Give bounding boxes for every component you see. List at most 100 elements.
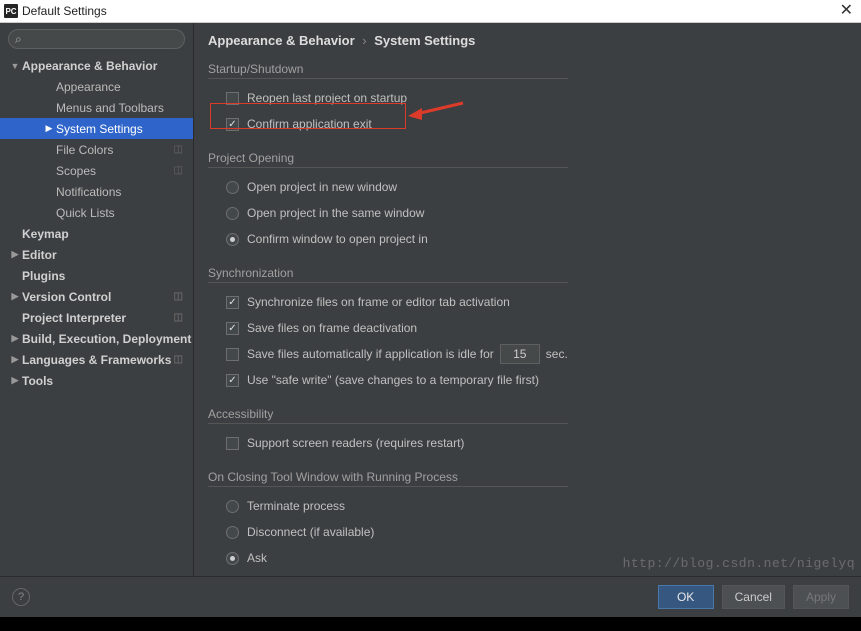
settings-tree: ▼Appearance & Behavior Appearance Menus an…	[0, 55, 193, 576]
sidebar-item-label: Build, Execution, Deployment	[22, 332, 191, 346]
radio-open-same-window[interactable]: Open project in the same window	[208, 200, 568, 226]
sidebar-item-notifications[interactable]: Notifications	[0, 181, 193, 202]
sidebar-item-scopes[interactable]: Scopes◫	[0, 160, 193, 181]
tree-arrow-icon: ▶	[8, 354, 22, 365]
sidebar-item-label: Appearance	[56, 80, 121, 94]
search-input-wrapper[interactable]: ⌕	[8, 29, 185, 49]
checkbox-save-on-deactivation[interactable]: Save files on frame deactivation	[208, 315, 568, 341]
checkbox-label: Confirm application exit	[247, 117, 372, 131]
cancel-button[interactable]: Cancel	[722, 585, 785, 609]
project-scope-icon: ◫	[174, 291, 183, 302]
section-header: Startup/Shutdown	[208, 62, 568, 79]
checkbox-icon	[226, 92, 239, 105]
sidebar-item-editor[interactable]: ▶Editor	[0, 244, 193, 265]
footer: ? OK Cancel Apply	[0, 576, 861, 617]
bottom-strip	[0, 617, 861, 631]
tree-arrow-icon: ▶	[8, 291, 22, 302]
sidebar-item-label: Plugins	[22, 269, 65, 283]
sidebar-item-label: Keymap	[22, 227, 69, 241]
sidebar: ⌕ ▼Appearance & Behavior Appearance Menus …	[0, 23, 194, 576]
checkbox-icon	[226, 118, 239, 131]
radio-icon	[226, 526, 239, 539]
apply-button[interactable]: Apply	[793, 585, 849, 609]
radio-icon	[226, 233, 239, 246]
sidebar-item-label: Version Control	[22, 290, 111, 304]
tree-arrow-icon: ▶	[8, 249, 22, 260]
checkbox-icon	[226, 296, 239, 309]
radio-icon	[226, 207, 239, 220]
section-synchronization: Synchronization Synchronize files on fra…	[208, 266, 568, 393]
sidebar-item-file-colors[interactable]: File Colors◫	[0, 139, 193, 160]
checkbox-sync-on-frame[interactable]: Synchronize files on frame or editor tab…	[208, 289, 568, 315]
search-icon: ⌕	[15, 32, 22, 47]
sidebar-item-version-control[interactable]: ▶Version Control ◫	[0, 286, 193, 307]
sidebar-item-appearance[interactable]: Appearance	[0, 76, 193, 97]
checkbox-label: Save files automatically if application …	[247, 347, 494, 361]
radio-confirm-window[interactable]: Confirm window to open project in	[208, 226, 568, 252]
sidebar-item-tools[interactable]: ▶Tools	[0, 370, 193, 391]
radio-icon	[226, 181, 239, 194]
tree-arrow-icon: ▼	[8, 61, 22, 71]
window-title: Default Settings	[22, 4, 107, 18]
sidebar-item-system-settings[interactable]: ▶System Settings	[0, 118, 193, 139]
sidebar-item-appearance-behavior[interactable]: ▼Appearance & Behavior	[0, 55, 193, 76]
close-icon[interactable]: ✕	[840, 3, 853, 19]
checkbox-label: Support screen readers (requires restart…	[247, 436, 464, 450]
checkbox-label: Use "safe write" (save changes to a temp…	[247, 373, 539, 387]
unit-label: sec.	[546, 347, 568, 361]
section-header: On Closing Tool Window with Running Proc…	[208, 470, 568, 487]
checkbox-icon	[226, 374, 239, 387]
sidebar-item-plugins[interactable]: Plugins	[0, 265, 193, 286]
radio-disconnect[interactable]: Disconnect (if available)	[208, 519, 568, 545]
radio-label: Disconnect (if available)	[247, 525, 374, 539]
sidebar-item-label: Editor	[22, 248, 57, 262]
checkbox-autosave-idle[interactable]: Save files automatically if application …	[208, 341, 568, 367]
ok-button[interactable]: OK	[658, 585, 714, 609]
sidebar-item-keymap[interactable]: Keymap	[0, 223, 193, 244]
footer-buttons: OK Cancel Apply	[658, 585, 849, 609]
checkbox-label: Save files on frame deactivation	[247, 321, 417, 335]
titlebar-left: PC Default Settings	[4, 4, 107, 18]
sidebar-item-label: Quick Lists	[56, 206, 115, 220]
tree-arrow-icon: ▶	[8, 375, 22, 386]
checkbox-reopen-last-project[interactable]: Reopen last project on startup	[208, 85, 568, 111]
checkbox-icon	[226, 322, 239, 335]
sidebar-item-build-execution-deployment[interactable]: ▶Build, Execution, Deployment	[0, 328, 193, 349]
radio-terminate[interactable]: Terminate process	[208, 493, 568, 519]
content-pane: Appearance & Behavior › System Settings …	[194, 23, 861, 576]
tree-arrow-icon: ▶	[42, 123, 56, 134]
sidebar-item-label: System Settings	[56, 122, 143, 136]
checkbox-label: Reopen last project on startup	[247, 91, 407, 105]
search-input[interactable]	[26, 32, 181, 46]
radio-label: Open project in new window	[247, 180, 397, 194]
radio-ask[interactable]: Ask	[208, 545, 568, 571]
checkbox-screen-readers[interactable]: Support screen readers (requires restart…	[208, 430, 568, 456]
sidebar-item-label: Tools	[22, 374, 53, 388]
titlebar: PC Default Settings ✕	[0, 0, 861, 23]
sidebar-item-quick-lists[interactable]: Quick Lists	[0, 202, 193, 223]
sidebar-item-project-interpreter[interactable]: Project Interpreter◫	[0, 307, 193, 328]
radio-icon	[226, 552, 239, 565]
help-button[interactable]: ?	[12, 588, 30, 606]
section-header: Accessibility	[208, 407, 568, 424]
sidebar-item-label: Menus and Toolbars	[56, 101, 164, 115]
sidebar-item-languages-frameworks[interactable]: ▶Languages & Frameworks◫	[0, 349, 193, 370]
sidebar-item-menus-and-toolbars[interactable]: Menus and Toolbars	[0, 97, 193, 118]
project-scope-icon: ◫	[174, 354, 183, 365]
radio-icon	[226, 500, 239, 513]
checkbox-confirm-exit[interactable]: Confirm application exit	[208, 111, 568, 137]
autosave-seconds-input[interactable]	[500, 344, 540, 364]
project-scope-icon: ◫	[174, 165, 183, 176]
tree-arrow-icon: ▶	[8, 333, 22, 344]
chevron-right-icon: ›	[362, 33, 366, 48]
radio-label: Open project in the same window	[247, 206, 424, 220]
radio-label: Ask	[247, 551, 267, 565]
section-header: Project Opening	[208, 151, 568, 168]
checkbox-safe-write[interactable]: Use "safe write" (save changes to a temp…	[208, 367, 568, 393]
radio-open-new-window[interactable]: Open project in new window	[208, 174, 568, 200]
sidebar-item-label: Appearance & Behavior	[22, 59, 157, 73]
radio-label: Confirm window to open project in	[247, 232, 428, 246]
breadcrumb-root[interactable]: Appearance & Behavior	[208, 33, 355, 48]
checkbox-icon	[226, 437, 239, 450]
section-project-opening: Project Opening Open project in new wind…	[208, 151, 568, 252]
